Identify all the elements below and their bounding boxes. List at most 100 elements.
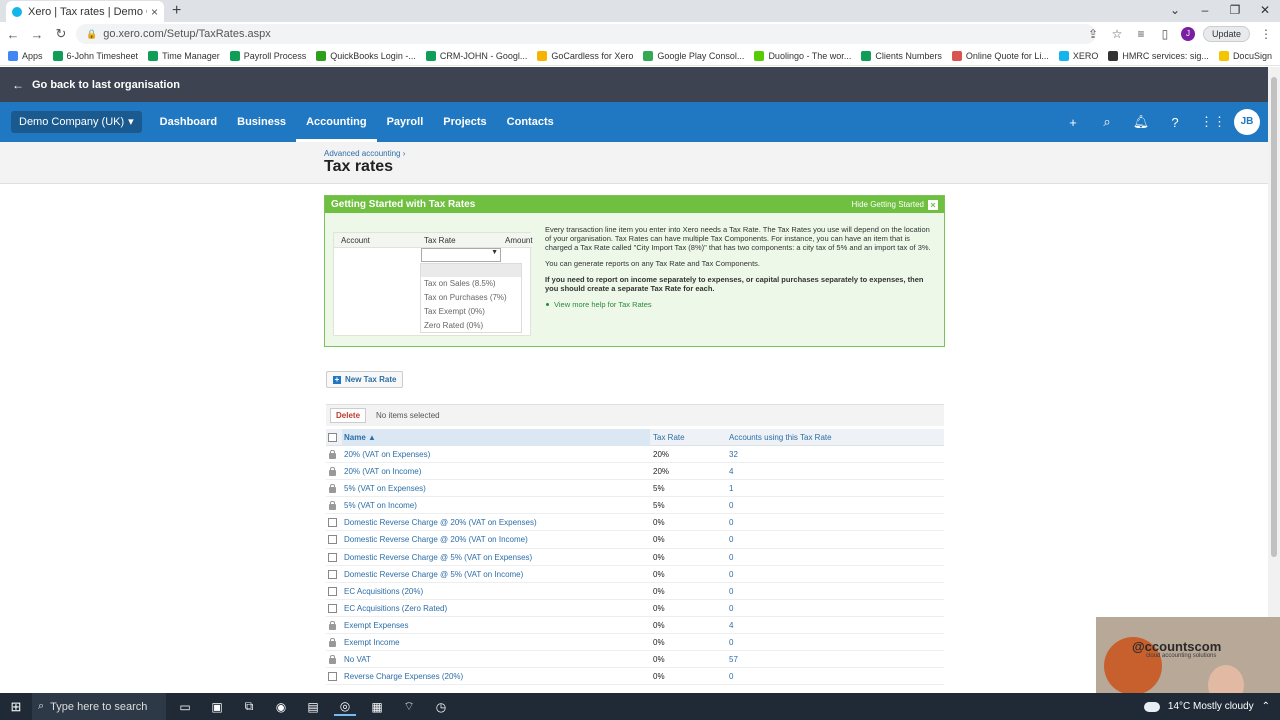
- back-icon[interactable]: ←: [2, 27, 24, 42]
- tab-close-icon[interactable]: ×: [151, 5, 158, 19]
- bookmark-item[interactable]: Google Play Consol...: [643, 50, 744, 61]
- accounts-count-link[interactable]: 0: [729, 583, 733, 600]
- accounts-count-link[interactable]: 0: [729, 600, 733, 617]
- tax-rate-name-link[interactable]: EC Acquisitions (Zero Rated): [344, 600, 447, 617]
- bookmark-item[interactable]: Apps: [8, 50, 43, 61]
- table-row[interactable]: Domestic Reverse Charge @ 20% (VAT on In…: [326, 531, 944, 549]
- accounts-count-link[interactable]: 1: [729, 480, 733, 497]
- clock-app-icon[interactable]: ◷: [430, 698, 452, 716]
- select-all-checkbox[interactable]: [328, 433, 337, 442]
- nav-item-accounting[interactable]: Accounting: [296, 102, 377, 142]
- row-checkbox[interactable]: [328, 672, 337, 682]
- tax-rate-name-link[interactable]: Domestic Reverse Charge @ 5% (VAT on Exp…: [344, 549, 532, 566]
- bookmark-item[interactable]: Online Quote for Li...: [951, 50, 1049, 61]
- accounts-count-link[interactable]: 0: [729, 634, 733, 651]
- column-accounts[interactable]: Accounts using this Tax Rate: [729, 429, 832, 446]
- tab-search-icon[interactable]: ⌄: [1160, 0, 1190, 22]
- tax-rate-name-link[interactable]: 5% (VAT on Expenses): [344, 480, 426, 497]
- bookmark-item[interactable]: GoCardless for Xero: [537, 50, 633, 61]
- close-window-icon[interactable]: ✕: [1250, 0, 1280, 22]
- organisation-switcher[interactable]: Demo Company (UK) ▾: [11, 111, 142, 133]
- bookmark-item[interactable]: CRM-JOHN - Googl...: [425, 50, 527, 61]
- weather-text[interactable]: 14°C Mostly cloudy: [1168, 701, 1254, 712]
- hide-getting-started-button[interactable]: Hide Getting Started ×: [852, 199, 938, 210]
- tray-chevron-icon[interactable]: ⌃: [1262, 701, 1270, 712]
- minimize-icon[interactable]: –: [1190, 0, 1220, 22]
- file-explorer-icon[interactable]: ▤: [302, 698, 324, 716]
- row-checkbox[interactable]: [328, 518, 337, 528]
- nav-item-contacts[interactable]: Contacts: [497, 102, 564, 142]
- user-avatar[interactable]: JB: [1234, 109, 1260, 135]
- profile-avatar[interactable]: J: [1180, 27, 1195, 41]
- table-row[interactable]: 5% (VAT on Expenses) 5% 1: [326, 480, 944, 498]
- table-row[interactable]: No VAT 0% 57: [326, 651, 944, 669]
- plus-icon[interactable]: +: [1064, 115, 1082, 130]
- help-icon[interactable]: ?: [1166, 115, 1184, 130]
- accounts-count-link[interactable]: 32: [729, 446, 738, 463]
- menu-kebab-icon[interactable]: ⋮: [1258, 27, 1274, 41]
- bookmark-item[interactable]: Payroll Process: [229, 50, 306, 61]
- search-icon[interactable]: ⌕: [1098, 114, 1116, 130]
- row-checkbox[interactable]: [328, 603, 337, 613]
- windows-start-icon[interactable]: ⊞: [0, 699, 32, 715]
- tax-rate-name-link[interactable]: 5% (VAT on Income): [344, 497, 417, 514]
- bookmark-item[interactable]: QuickBooks Login -...: [316, 50, 416, 61]
- nav-item-payroll[interactable]: Payroll: [377, 102, 434, 142]
- forward-icon[interactable]: →: [26, 27, 48, 42]
- nav-item-projects[interactable]: Projects: [433, 102, 496, 142]
- chrome-icon[interactable]: ◎: [334, 698, 356, 716]
- row-checkbox[interactable]: [328, 552, 337, 562]
- tax-rate-name-link[interactable]: Exempt Expenses: [344, 617, 408, 634]
- page-scrollbar[interactable]: [1268, 67, 1280, 693]
- bookmark-item[interactable]: Time Manager: [148, 50, 220, 61]
- browser-tab[interactable]: Xero | Tax rates | Demo Company ×: [6, 1, 164, 22]
- scroll-thumb[interactable]: [1271, 77, 1277, 557]
- side-panel-icon[interactable]: ▯: [1157, 27, 1173, 41]
- column-tax-rate[interactable]: Tax Rate: [653, 429, 685, 446]
- tax-rate-name-link[interactable]: EC Acquisitions (20%): [344, 583, 423, 600]
- new-tab-button[interactable]: +: [172, 2, 181, 20]
- bookmark-item[interactable]: HMRC services: sig...: [1108, 50, 1209, 61]
- taskbar-search[interactable]: ⌕ Type here to search: [32, 693, 166, 720]
- calendar-icon[interactable]: ▦: [366, 698, 388, 716]
- bookmark-item[interactable]: 6-John Timesheet: [52, 50, 138, 61]
- briefcase-icon[interactable]: ▣: [206, 698, 228, 716]
- table-row[interactable]: Domestic Reverse Charge @ 5% (VAT on Exp…: [326, 549, 944, 566]
- table-row[interactable]: Reverse Charge Expenses (20%) 0% 0: [326, 668, 944, 686]
- network-icon[interactable]: ⌔: [398, 698, 420, 716]
- tax-rate-name-link[interactable]: 20% (VAT on Expenses): [344, 446, 430, 463]
- table-row[interactable]: Exempt Expenses 0% 4: [326, 617, 944, 635]
- accounts-count-link[interactable]: 0: [729, 668, 733, 685]
- bookmark-item[interactable]: DocuSign: [1218, 50, 1272, 61]
- table-row[interactable]: 20% (VAT on Expenses) 20% 32: [326, 446, 944, 464]
- table-row[interactable]: EC Acquisitions (20%) 0% 0: [326, 583, 944, 600]
- edge-icon[interactable]: ◉: [270, 698, 292, 716]
- tax-rate-name-link[interactable]: Domestic Reverse Charge @ 20% (VAT on Ex…: [344, 514, 537, 531]
- close-icon[interactable]: ×: [928, 199, 938, 210]
- task-view-icon[interactable]: ⧉: [238, 698, 260, 716]
- delete-button[interactable]: Delete: [330, 408, 367, 423]
- tax-rate-name-link[interactable]: Exempt Income: [344, 634, 400, 651]
- app-grid-icon[interactable]: ⋮⋮: [1200, 114, 1226, 130]
- bookmark-item[interactable]: Clients Numbers: [861, 50, 942, 61]
- tax-rate-name-link[interactable]: Reverse Charge Expenses (20%): [344, 668, 463, 685]
- table-row[interactable]: Domestic Reverse Charge @ 5% (VAT on Inc…: [326, 566, 944, 583]
- tax-rate-name-link[interactable]: 20% (VAT on Income): [344, 463, 421, 480]
- bell-icon[interactable]: 🔔︎: [1132, 114, 1150, 130]
- bookmark-item[interactable]: Duolingo - The wor...: [754, 50, 851, 61]
- reload-icon[interactable]: ↻: [50, 26, 72, 42]
- accounts-count-link[interactable]: 0: [729, 549, 733, 566]
- bookmark-star-icon[interactable]: ☆: [1109, 27, 1125, 41]
- accounts-count-link[interactable]: 4: [729, 617, 733, 634]
- tax-rate-name-link[interactable]: Domestic Reverse Charge @ 20% (VAT on In…: [344, 531, 528, 548]
- desktop-preview-icon[interactable]: ▭: [174, 698, 196, 716]
- back-to-organisation-link[interactable]: ← Go back to last organisation: [0, 67, 1268, 102]
- row-checkbox[interactable]: [328, 586, 337, 596]
- accounts-count-link[interactable]: 0: [729, 566, 733, 583]
- reading-list-icon[interactable]: ≡: [1133, 27, 1149, 41]
- row-checkbox[interactable]: [328, 535, 337, 545]
- help-link[interactable]: View more help for Tax Rates: [546, 300, 937, 309]
- accounts-count-link[interactable]: 4: [729, 463, 733, 480]
- table-row[interactable]: Domestic Reverse Charge @ 20% (VAT on Ex…: [326, 514, 944, 532]
- nav-item-dashboard[interactable]: Dashboard: [150, 102, 227, 142]
